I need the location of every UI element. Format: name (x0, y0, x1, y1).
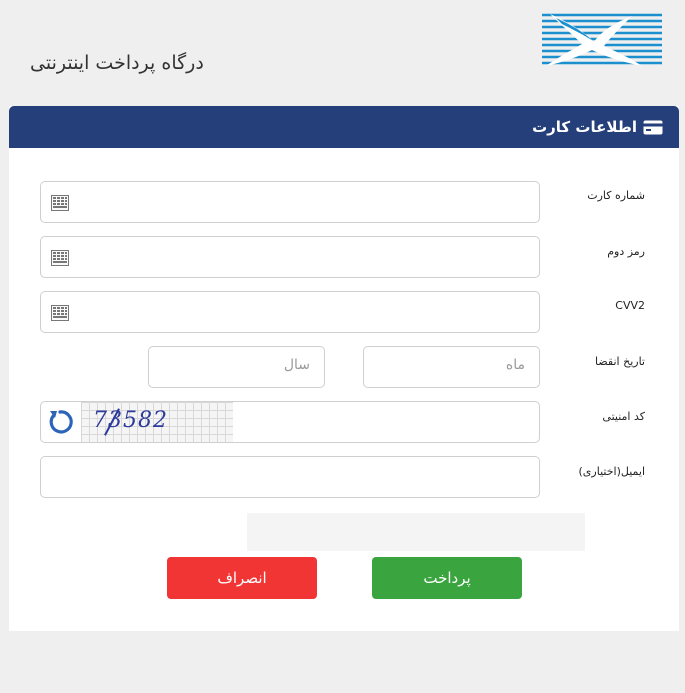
email-input[interactable] (40, 456, 540, 498)
second-password-input[interactable] (40, 236, 540, 278)
captcha-image: 73582 (81, 402, 233, 442)
expiry-month-input[interactable]: ماه (363, 346, 540, 388)
captcha-label: کد امنیتی (602, 410, 645, 423)
refresh-icon[interactable] (45, 407, 75, 441)
shaparak-logo (532, 12, 662, 72)
card-number-label: شماره کارت (587, 189, 645, 202)
expiry-year-input[interactable]: سال (148, 346, 325, 388)
email-label: ایمیل(اختیاری) (578, 465, 645, 478)
second-password-label: رمز دوم (607, 245, 645, 258)
cancel-button[interactable]: انصراف (167, 557, 317, 599)
page-title: درگاه پرداخت اینترنتی (30, 52, 204, 74)
panel-title: اطلاعات کارت (532, 118, 637, 136)
expiry-month-placeholder: ماه (505, 357, 525, 373)
virtual-keyboard-icon[interactable] (51, 250, 69, 270)
card-number-input[interactable] (40, 181, 540, 223)
cvv2-input[interactable] (40, 291, 540, 333)
expiry-year-placeholder: سال (283, 357, 310, 373)
captcha-code: 73582 (93, 408, 168, 433)
credit-card-icon (643, 120, 663, 135)
cvv2-label: CVV2 (615, 299, 645, 312)
virtual-keyboard-icon[interactable] (51, 305, 69, 325)
message-area (247, 513, 585, 551)
expiry-label: تاریخ انقضا (595, 355, 645, 368)
captcha-input[interactable]: 73582 (40, 401, 540, 443)
panel-header: اطلاعات کارت (9, 106, 679, 148)
pay-button[interactable]: پرداخت (372, 557, 522, 599)
virtual-keyboard-icon[interactable] (51, 195, 69, 215)
